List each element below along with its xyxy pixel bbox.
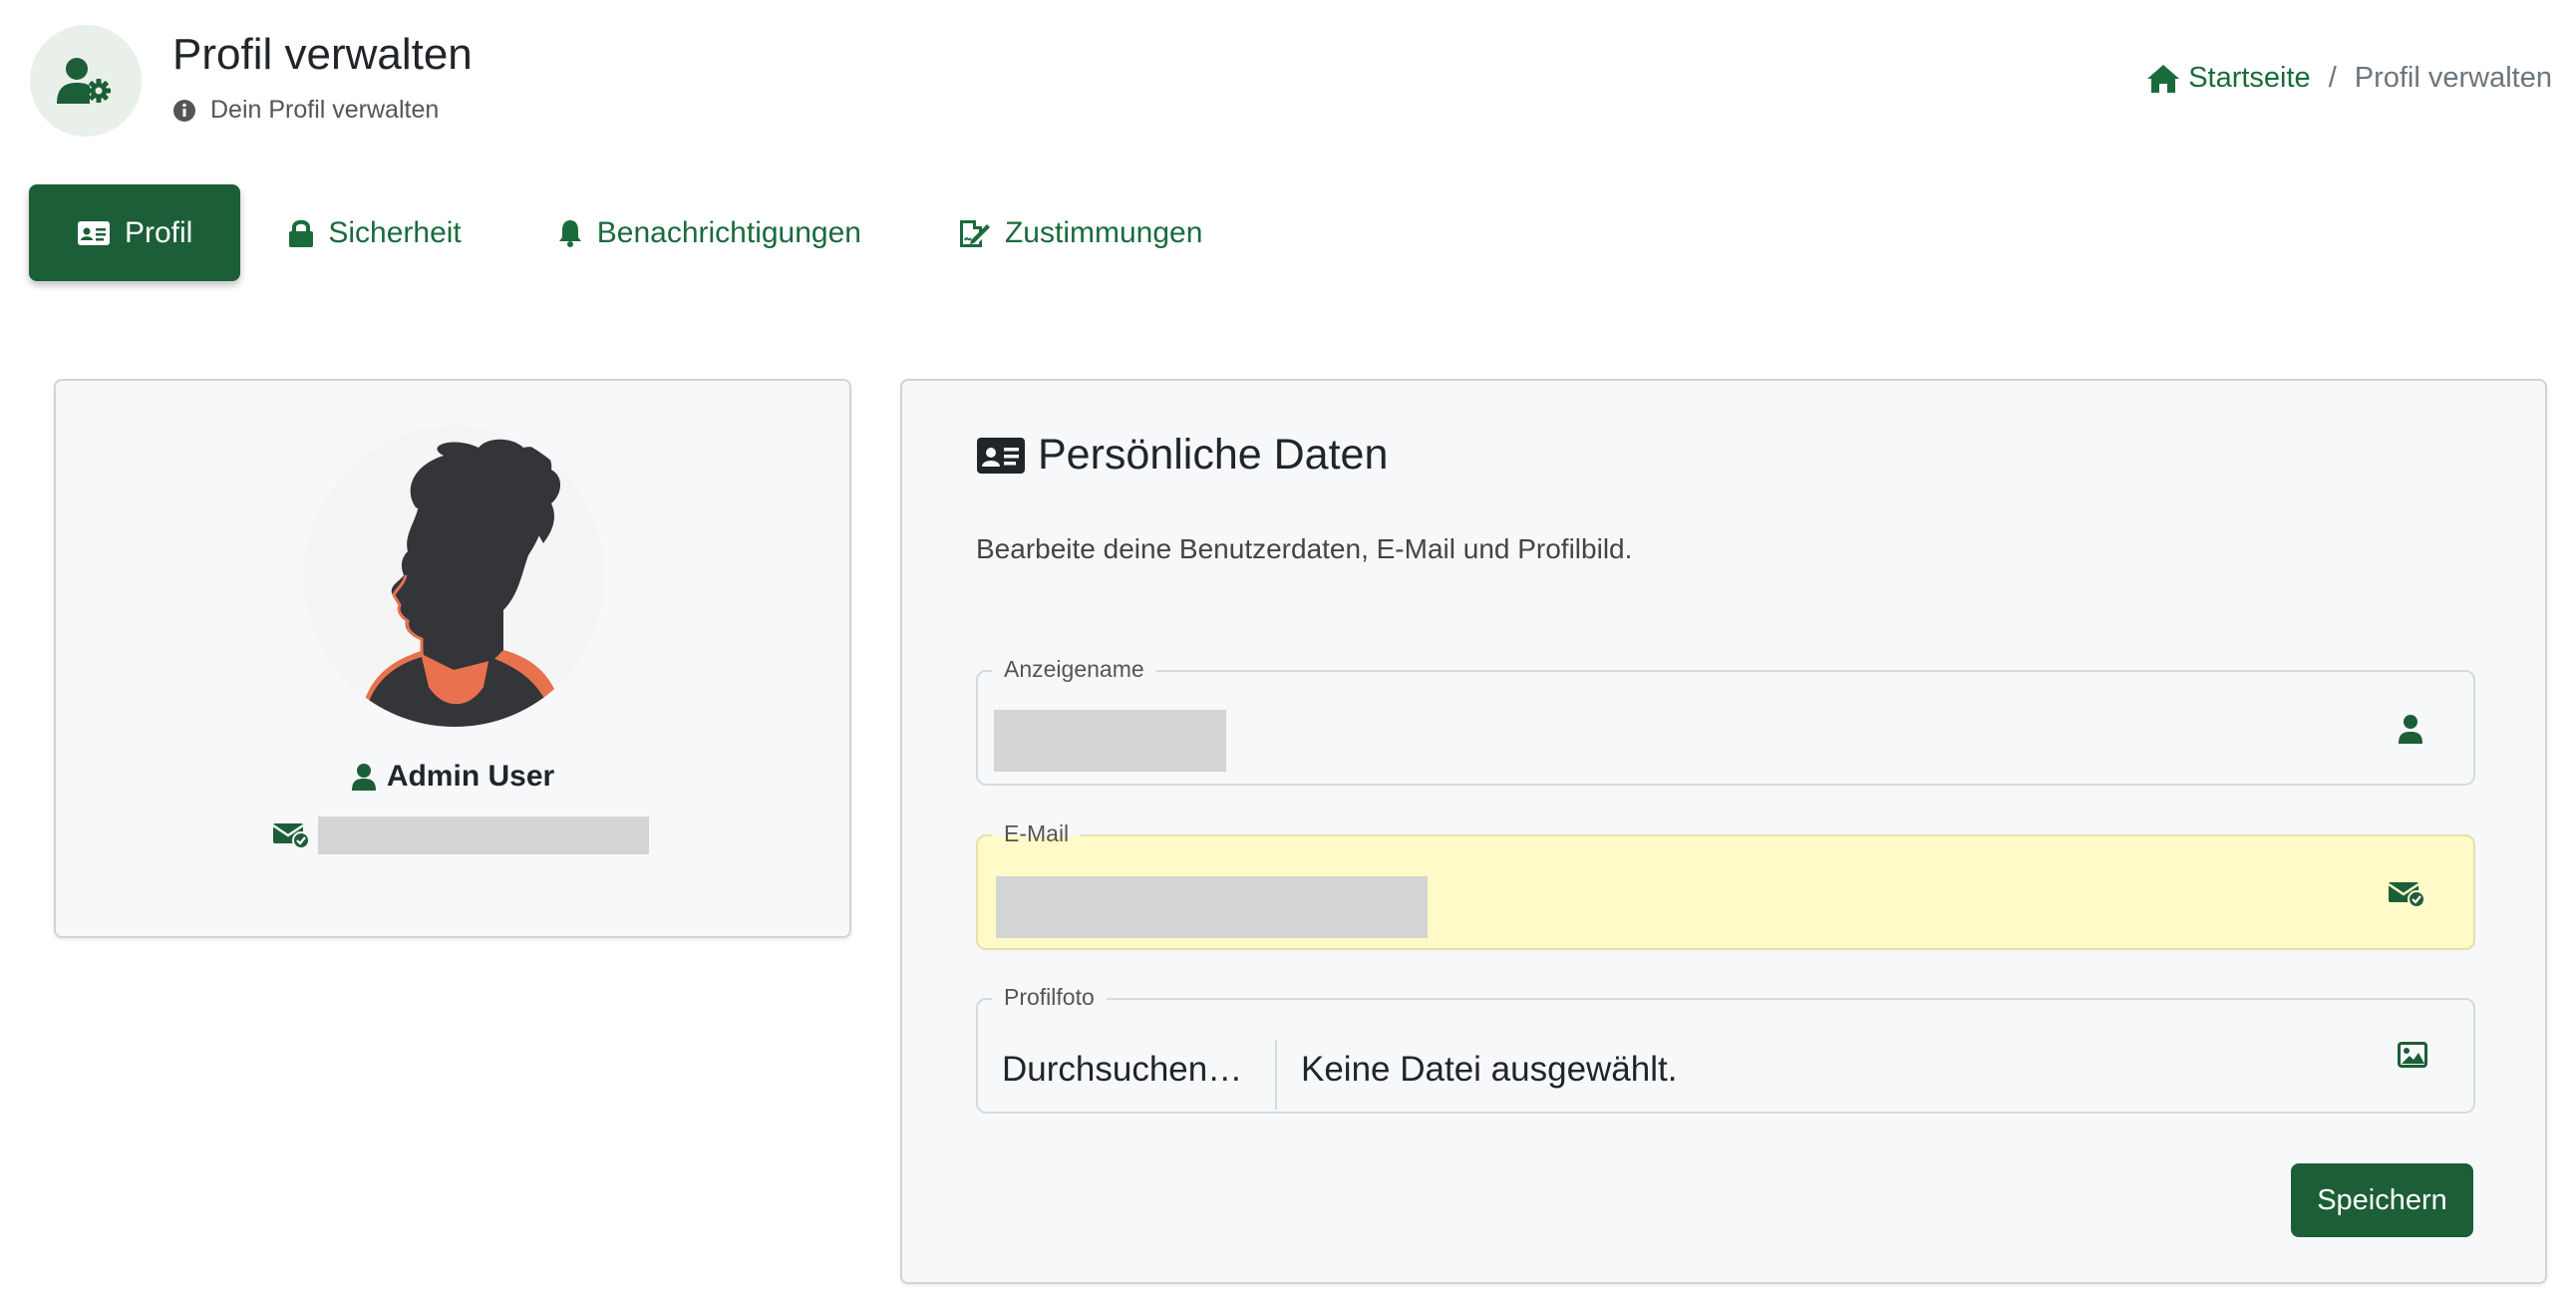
page-header-icon	[30, 25, 142, 137]
lock-icon	[289, 219, 314, 247]
breadcrumb-separator: /	[2328, 62, 2337, 94]
tab-profil-label: Profil	[125, 215, 193, 249]
tab-zustimmungen[interactable]: Zustimmungen	[909, 184, 1250, 281]
page-title: Profil verwalten	[172, 30, 473, 79]
profile-photo-label: Profilfoto	[992, 984, 1107, 1011]
avatar-silhouette-image	[304, 426, 605, 727]
profile-summary-card: Admin User	[54, 379, 851, 938]
display-name-label: Anzeigename	[992, 656, 1156, 683]
email-label: E-Mail	[992, 820, 1082, 847]
tab-sicherheit[interactable]: Sicherheit	[240, 184, 508, 281]
profile-name-text: Admin User	[386, 760, 555, 793]
email-verified-icon	[272, 823, 310, 849]
bell-icon	[558, 219, 581, 247]
profile-email	[272, 816, 649, 854]
tab-bar: Profil Sicherheit Benachrichtigungen Zus…	[29, 184, 1250, 281]
file-input-divider	[1275, 1040, 1277, 1110]
breadcrumb-home-label: Startseite	[2188, 62, 2311, 94]
tab-zustimmungen-label: Zustimmungen	[1004, 215, 1203, 249]
file-status-text: Keine Datei ausgewählt.	[1301, 1050, 1678, 1089]
id-card-icon	[78, 220, 110, 245]
tab-profil[interactable]: Profil	[29, 184, 241, 281]
id-card-icon	[977, 437, 1025, 474]
email-verified-icon	[2388, 882, 2425, 908]
home-icon	[2147, 64, 2180, 93]
page-subtitle-text: Dein Profil verwalten	[210, 96, 440, 124]
user-icon	[2399, 715, 2422, 744]
avatar	[304, 426, 605, 727]
section-title-text: Persönliche Daten	[1038, 431, 1389, 479]
user-icon	[351, 764, 376, 791]
tab-benachrichtigungen[interactable]: Benachrichtigungen	[509, 184, 909, 281]
profile-email-redacted	[318, 816, 649, 854]
email-value-redacted	[996, 876, 1428, 938]
section-description: Bearbeite deine Benutzerdaten, E-Mail un…	[976, 533, 1633, 564]
profile-name: Admin User	[56, 760, 849, 794]
profile-photo-field: Profilfoto Durchsuchen… Keine Datei ausg…	[976, 984, 2475, 1114]
display-name-value-redacted	[994, 710, 1226, 772]
personal-data-card: Persönliche Daten Bearbeite deine Benutz…	[900, 379, 2547, 1284]
info-icon	[173, 99, 195, 122]
image-icon	[2398, 1042, 2427, 1068]
page-subtitle: Dein Profil verwalten	[172, 96, 439, 125]
save-button[interactable]: Speichern	[2291, 1163, 2473, 1237]
breadcrumb-home-link[interactable]: Startseite	[2146, 62, 2311, 95]
user-gear-icon	[57, 58, 111, 104]
section-title: Persönliche Daten	[976, 431, 1388, 480]
tab-sicherheit-label: Sicherheit	[328, 215, 462, 249]
breadcrumb-current: Profil verwalten	[2354, 62, 2552, 94]
display-name-field[interactable]: Anzeigename	[976, 656, 2475, 786]
breadcrumb: Startseite / Profil verwalten	[2146, 62, 2552, 95]
file-browse-button[interactable]: Durchsuchen…	[1002, 1050, 1242, 1090]
tab-benachrichtigungen-label: Benachrichtigungen	[596, 215, 861, 249]
email-field[interactable]: E-Mail	[976, 820, 2475, 950]
signature-icon	[959, 219, 990, 247]
